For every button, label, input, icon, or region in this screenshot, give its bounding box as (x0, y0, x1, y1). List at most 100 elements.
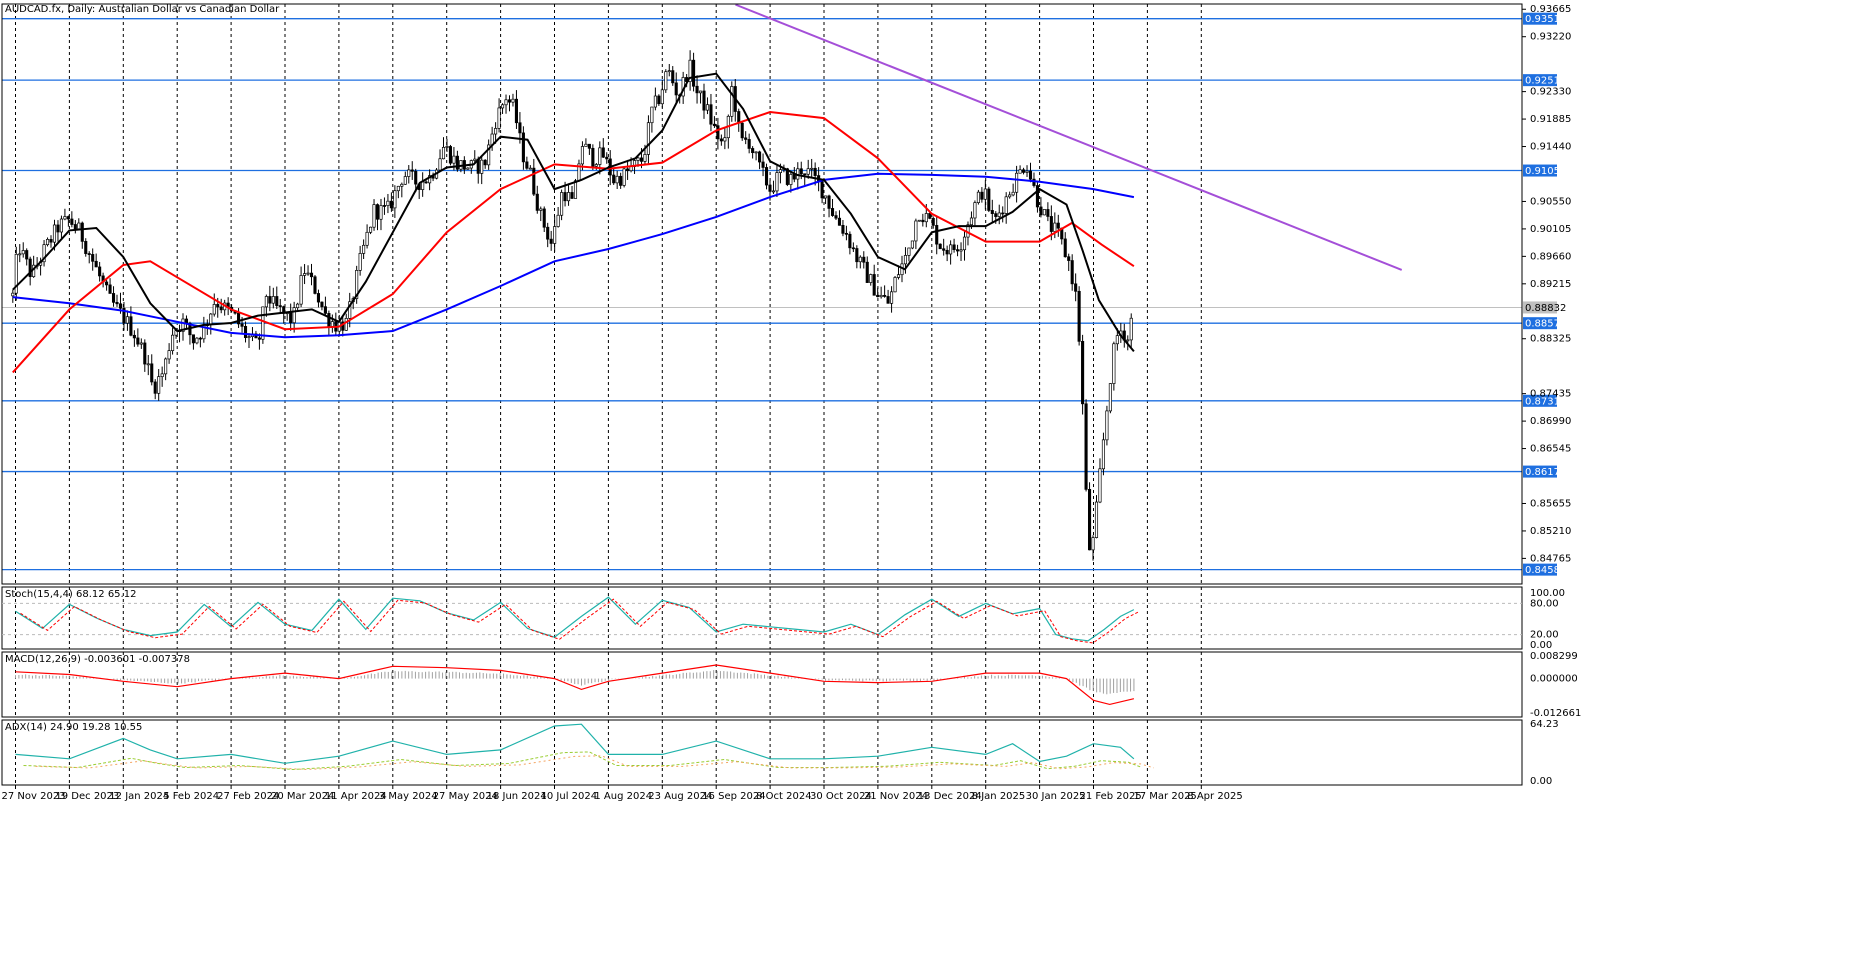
candle-body (855, 248, 859, 263)
macd-tick-label: -0.012661 (1530, 708, 1581, 719)
candle-body (167, 350, 171, 360)
stoch-tick-label: 20.00 (1530, 630, 1559, 641)
candle-body (240, 323, 244, 327)
candle-body (323, 306, 327, 314)
candle-body (424, 181, 428, 184)
candle-body (292, 307, 296, 324)
candle-body (438, 158, 442, 171)
candle-body (198, 337, 202, 340)
candle-body (70, 218, 74, 225)
price-tick-label: 0.89215 (1530, 279, 1571, 290)
candle-body (389, 200, 393, 209)
price-tick-label: 0.88325 (1530, 334, 1571, 345)
candle-body (87, 253, 91, 255)
candle-body (657, 95, 661, 105)
candle-body (271, 296, 275, 304)
stoch-tick-label: 0.00 (1530, 640, 1552, 651)
candle-body (702, 90, 706, 111)
candle-body (883, 294, 887, 297)
price-tick-label: 0.91440 (1530, 142, 1571, 153)
candle-body (650, 106, 654, 124)
level-label: 0.91051 (1525, 166, 1566, 177)
candle-body (466, 167, 470, 170)
candle-body (820, 180, 824, 199)
candle-body (473, 158, 477, 161)
candle-body (594, 164, 598, 167)
candle-body (976, 191, 980, 203)
candle-body (865, 261, 869, 283)
candle-body (1101, 439, 1105, 470)
candle-body (987, 188, 991, 211)
candle-body (257, 337, 261, 340)
candle-body (841, 224, 845, 234)
candle-body (1074, 283, 1078, 292)
candle-body (299, 275, 303, 305)
candle-body (21, 250, 25, 255)
candle-body (973, 202, 977, 219)
candle-body (421, 181, 425, 190)
candle-body (719, 138, 723, 142)
candle-body (570, 192, 574, 199)
level-label: 0.92516 (1525, 76, 1566, 87)
candle-body (907, 247, 911, 256)
candle-body (94, 260, 98, 268)
candle-body (799, 168, 803, 175)
price-tick-label: 0.93220 (1530, 32, 1571, 43)
candle-body (66, 216, 70, 220)
candle-body (278, 305, 282, 307)
candle-body (448, 146, 452, 164)
candle-body (560, 192, 564, 216)
candle-body (698, 90, 703, 94)
candle-body (962, 236, 967, 251)
candle-body (605, 156, 609, 160)
candle-body (869, 274, 873, 283)
candle-body (879, 294, 883, 298)
candle-body (761, 161, 765, 168)
candle-body (758, 151, 762, 163)
candle-body (237, 312, 241, 325)
candle-body (1077, 290, 1081, 342)
candle-body (514, 98, 518, 124)
candle-body (921, 219, 925, 223)
candle-body (372, 204, 376, 228)
candle-body (778, 169, 782, 173)
candle-body (952, 244, 956, 250)
candle-body (768, 184, 772, 192)
candle-body (80, 222, 84, 242)
candle-body (563, 192, 567, 202)
candle-body (566, 192, 571, 202)
candle-body (1008, 194, 1012, 198)
candle-body (994, 213, 998, 217)
candle-body (626, 168, 630, 172)
candle-body (910, 240, 914, 249)
candle-body (504, 99, 508, 106)
candle-body (49, 239, 53, 243)
candle-body (716, 125, 720, 140)
candle-body (1087, 489, 1092, 551)
candle-body (379, 205, 383, 220)
candle-body (980, 191, 984, 200)
candle-body (876, 294, 880, 298)
x-tick-label: 10 Jul 2024 (541, 791, 598, 802)
x-tick-label: 5 Feb 2024 (163, 791, 219, 802)
candle-body (813, 167, 817, 176)
candle-body (938, 243, 942, 250)
candle-body (327, 313, 331, 327)
price-tick-label: 0.90550 (1530, 196, 1571, 207)
candle-body (956, 249, 960, 252)
candle-body (810, 167, 814, 170)
candle-body (1046, 209, 1050, 217)
price-tick-label: 0.86990 (1530, 416, 1571, 427)
candle-body (212, 304, 216, 315)
candle-body (1035, 185, 1039, 208)
candle-body (1032, 178, 1036, 186)
candle-body (441, 146, 446, 160)
candle-body (580, 146, 584, 165)
candle-body (400, 183, 404, 187)
candle-body (643, 154, 647, 162)
candle-body (56, 224, 60, 233)
candle-body (709, 104, 713, 125)
candle-body (1018, 169, 1022, 174)
candle-body (674, 82, 678, 96)
x-tick-label: 8 Oct 2024 (756, 791, 811, 802)
